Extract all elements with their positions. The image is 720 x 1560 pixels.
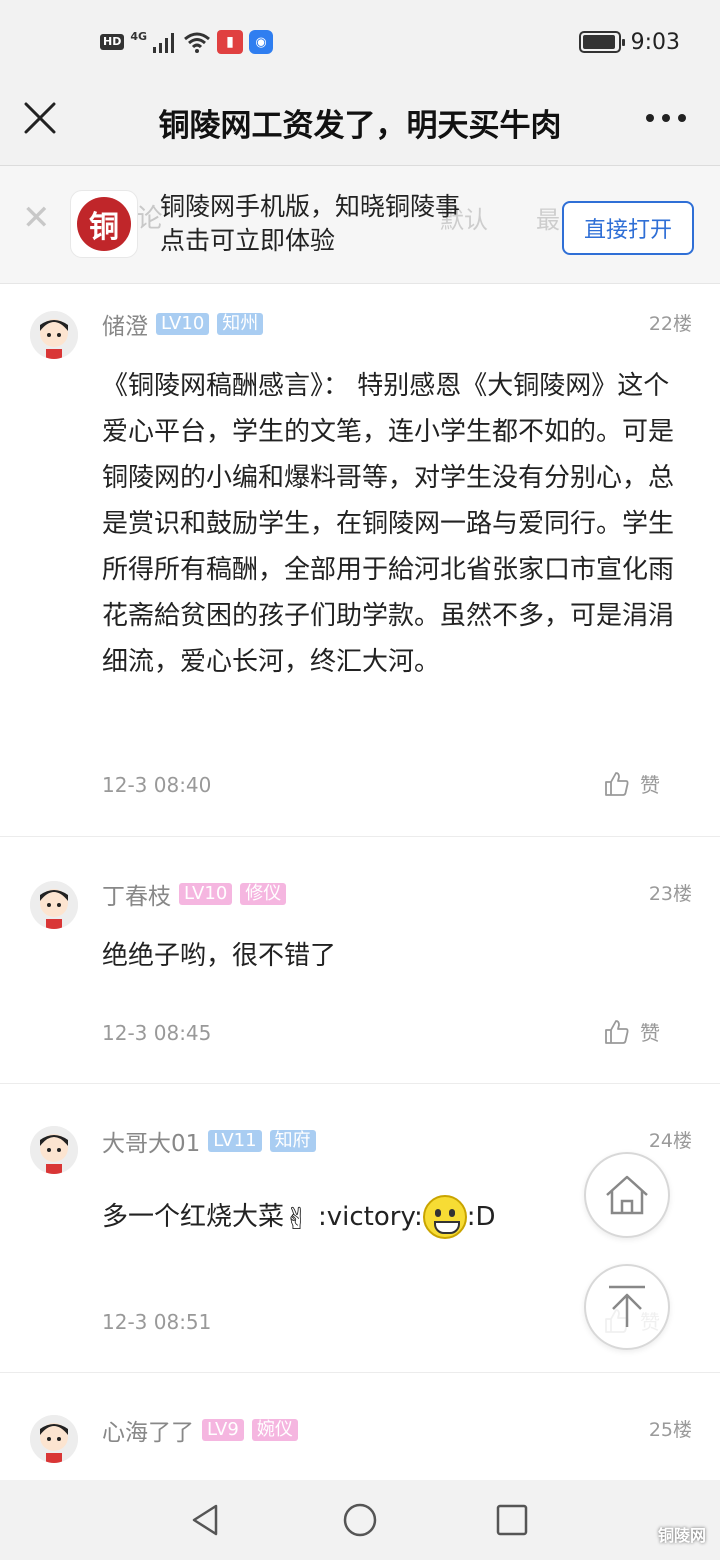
status-bar: HD 4G ▮ ◉ 9:03 [0, 0, 720, 84]
battery-level [582, 35, 615, 49]
thumbs-up-icon [605, 1019, 629, 1044]
nav-home-button[interactable] [342, 1502, 378, 1538]
victory-emoji-icon: ✌ [284, 1202, 310, 1237]
promo-close-icon[interactable]: ✕ [22, 198, 51, 238]
like-label: 赞 [640, 773, 660, 797]
battery-icon [578, 31, 625, 53]
home-circle-icon [343, 1503, 377, 1537]
avatar-icon [30, 1126, 78, 1174]
level-badge: LV10 [179, 883, 233, 905]
floor-number: 25楼 [648, 1419, 692, 1441]
signal-icon [153, 33, 175, 53]
avatar-icon [30, 881, 78, 929]
promo-text: 铜陵网手机版，知晓铜陵事 点击可立即体验 [160, 190, 460, 258]
username[interactable]: 储澄 [102, 307, 148, 341]
reply-header: 储澄 LV10 知州 [102, 307, 264, 341]
ghost-sort-latest: 最 [536, 206, 560, 234]
reply-item: 心海了了 LV9 婉仪 25楼 [0, 1373, 720, 1493]
network-type-label: 4G [130, 29, 148, 43]
title-badge: 婉仪 [251, 1419, 298, 1441]
title-badge: 修仪 [240, 883, 287, 905]
recent-square-icon [496, 1504, 528, 1536]
back-triangle-icon [192, 1504, 218, 1536]
nav-back-button[interactable] [188, 1502, 224, 1538]
floor-number: 23楼 [648, 883, 692, 905]
reply-time: 12-3 08:40 [102, 773, 212, 797]
more-icon-dot [662, 114, 670, 122]
book-app-icon: ▮ [217, 30, 244, 54]
like-label: 赞 [640, 1021, 660, 1045]
home-icon [606, 1175, 648, 1215]
hd-icon: HD [100, 34, 125, 50]
avatar[interactable] [30, 1126, 78, 1174]
nav-recent-button[interactable] [494, 1502, 530, 1538]
watermark: 铜陵网 [657, 1526, 706, 1545]
status-icons-left: HD 4G ▮ ◉ [100, 28, 274, 56]
page-title: 铜陵网工资发了，明天买牛肉 [158, 108, 562, 144]
bulb-app-icon: ◉ [249, 30, 274, 54]
clock: 9:03 [630, 29, 680, 55]
avatar[interactable] [30, 1415, 78, 1463]
more-icon-dot [646, 114, 654, 122]
like-button[interactable]: 赞 [604, 769, 660, 798]
logo-seal-icon: 铜 [77, 197, 131, 251]
promo-line-1: 铜陵网手机版，知晓铜陵事 [160, 192, 461, 221]
system-nav-bar: 铜陵网 [0, 1480, 720, 1560]
reply-content: 《铜陵网稿酬感言》： 特别感恩《大铜陵网》这个爱心平台，学生的文笔，连小学生都不… [102, 371, 675, 677]
level-badge: LV10 [156, 313, 210, 335]
thumbs-up-icon [605, 771, 629, 796]
username[interactable]: 心海了了 [102, 1413, 194, 1447]
open-app-button[interactable]: 直接打开 [562, 201, 694, 255]
emoji-code-grin: :D [466, 1202, 496, 1232]
reply-time: 12-3 08:45 [102, 1021, 212, 1045]
like-button[interactable]: 赞 [604, 1017, 660, 1046]
wifi-icon [184, 32, 210, 53]
reply-header: 大哥大01 LV11 知府 [102, 1124, 316, 1158]
promo-line-2: 点击可立即体验 [160, 226, 336, 255]
reply-item: 丁春枝 LV10 修仪 23楼 绝绝子哟，很不错了 12-3 08:45 赞 [0, 837, 720, 1084]
app-promo-banner[interactable]: ✕ 全 论 默认 最 铜 铜陵网手机版，知晓铜陵事 点击可立即体验 直接打开 [0, 166, 720, 284]
back-to-top-button[interactable] [584, 1264, 670, 1350]
level-badge: LV11 [208, 1130, 262, 1152]
username[interactable]: 大哥大01 [102, 1124, 200, 1158]
title-bar: 铜陵网工资发了，明天买牛肉 [0, 84, 720, 166]
level-badge: LV9 [202, 1419, 244, 1441]
reply-item: 储澄 LV10 知州 22楼 《铜陵网稿酬感言》： 特别感恩《大铜陵网》这个爱心… [0, 285, 720, 837]
app-logo: 铜 [70, 190, 138, 258]
reply-header: 心海了了 LV9 婉仪 [102, 1413, 298, 1447]
grin-emoji-icon [422, 1195, 467, 1239]
avatar[interactable] [30, 881, 78, 929]
floor-number: 22楼 [648, 313, 692, 335]
reply-header: 丁春枝 LV10 修仪 [102, 877, 287, 911]
reply-time: 12-3 08:51 [102, 1310, 212, 1334]
reply-content: 绝绝子哟，很不错了 [102, 941, 337, 971]
more-button[interactable] [646, 102, 686, 134]
avatar[interactable] [30, 311, 78, 359]
username[interactable]: 丁春枝 [102, 877, 171, 911]
status-icons-right: 9:03 [578, 28, 680, 56]
home-float-button[interactable] [584, 1152, 670, 1238]
floor-number: 24楼 [648, 1130, 692, 1152]
title-badge: 知州 [217, 313, 264, 335]
back-to-top-icon [609, 1285, 645, 1327]
avatar-icon [30, 311, 78, 359]
title-badge: 知府 [269, 1130, 316, 1152]
avatar-icon [30, 1415, 78, 1463]
more-icon-dot [678, 114, 686, 122]
reply-text: 多一个红烧大菜 [102, 1202, 285, 1232]
emoji-code-victory: :victory: [318, 1202, 423, 1232]
ghost-tab-comment: 论 [136, 204, 163, 234]
